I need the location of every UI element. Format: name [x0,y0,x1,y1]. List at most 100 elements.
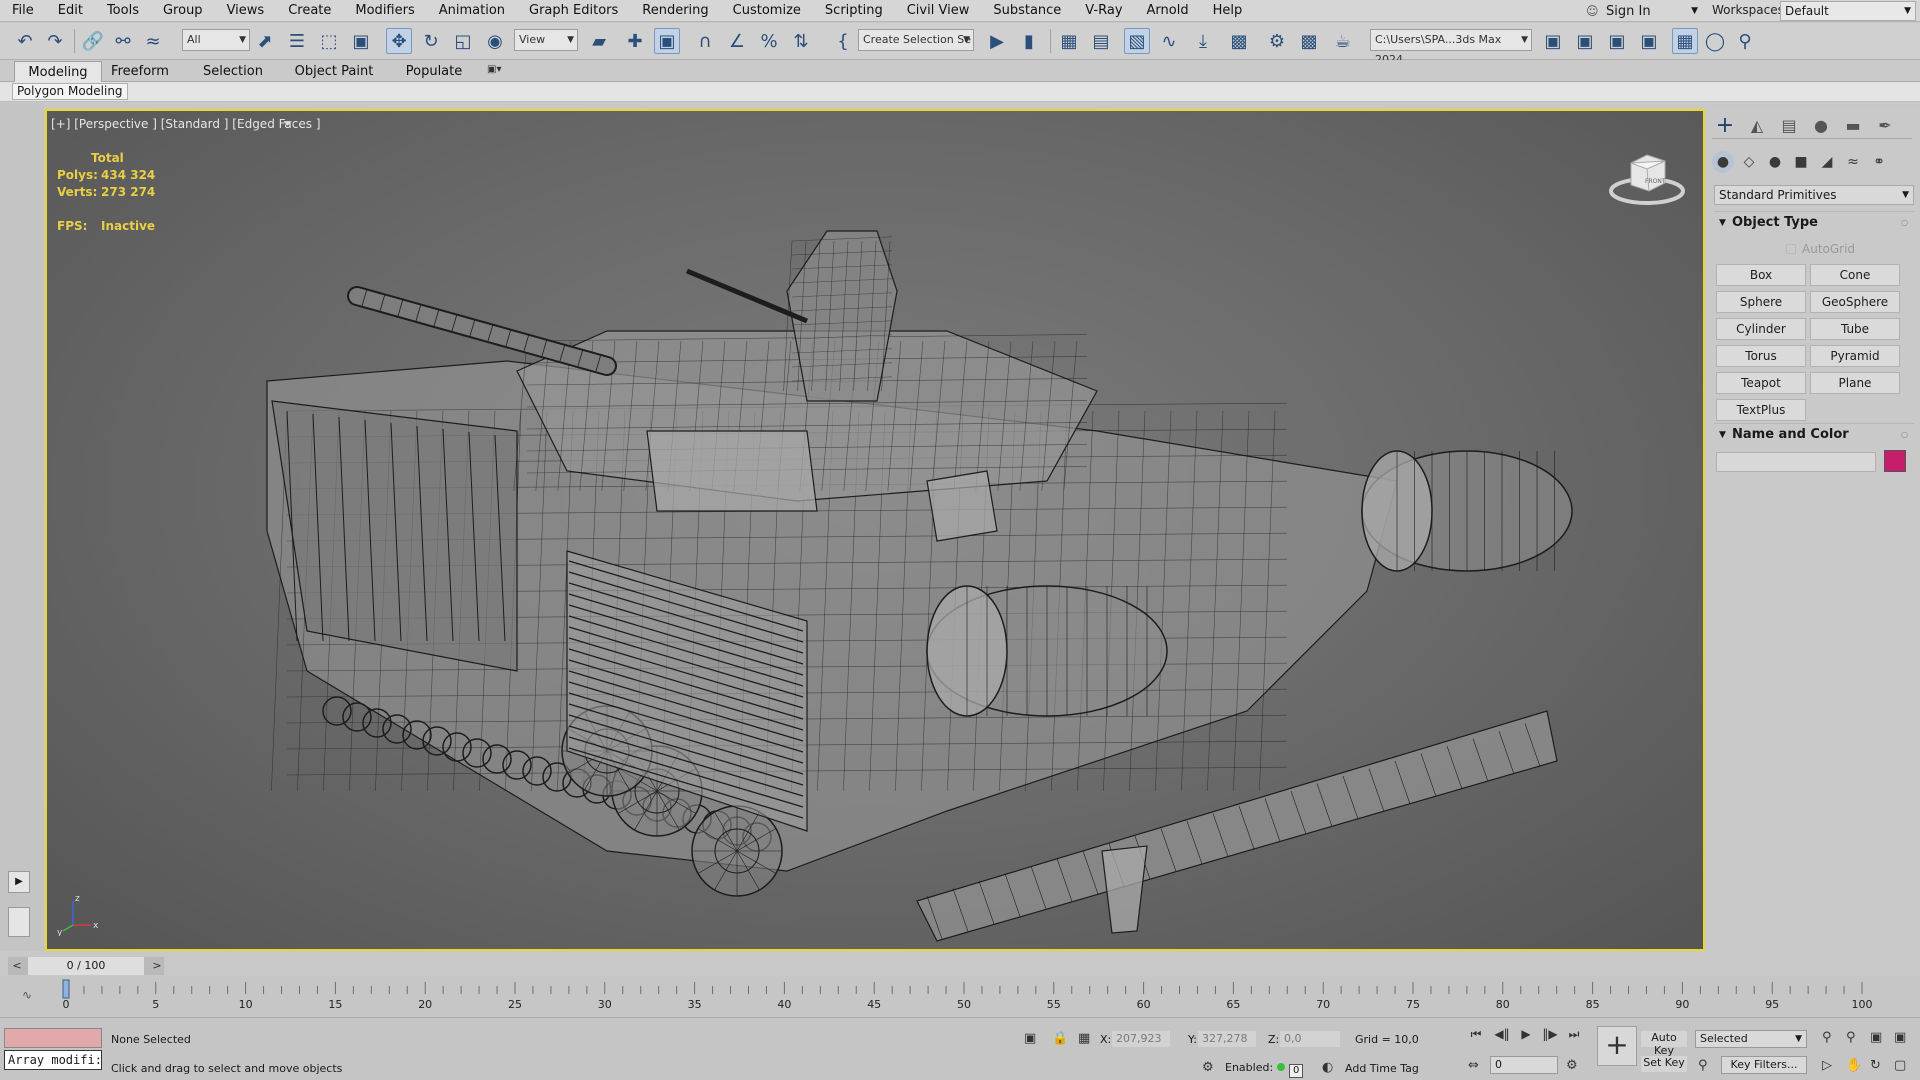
menu-rendering[interactable]: Rendering [630,0,720,22]
time-slider-value[interactable]: 0 / 100 [28,957,144,975]
set-key-big-button[interactable]: + [1597,1026,1637,1066]
selection-filter-dropdown[interactable]: All ▼ [182,29,250,51]
object-color-swatch[interactable] [1884,450,1906,472]
menu-help[interactable]: Help [1201,0,1255,22]
auto-key-button[interactable]: Auto Key [1641,1031,1687,1057]
menu-graph-editors[interactable]: Graph Editors [517,0,630,22]
time-cursor[interactable] [62,979,70,999]
edit-named-selection-icon[interactable]: { [830,28,856,54]
key-filters-button[interactable]: Key Filters... [1721,1056,1807,1074]
sphere-button[interactable]: Sphere [1716,291,1806,313]
tab-modeling[interactable]: Modeling [14,61,102,82]
menu-customize[interactable]: Customize [721,0,813,22]
keyboard-shortcut-override-icon[interactable]: ▣ [654,28,680,54]
menu-scripting[interactable]: Scripting [813,0,895,22]
menu-civil-view[interactable]: Civil View [895,0,982,22]
cameras-icon[interactable]: ■ [1790,151,1812,173]
utilities-tab-icon[interactable]: ✒ [1874,115,1896,137]
zoom-extents-icon[interactable]: ▣ [1870,1030,1882,1045]
maxscript-input[interactable]: Array modifi: [4,1050,102,1070]
filter-icon[interactable]: ⏷ [283,116,297,130]
menu-group[interactable]: Group [151,0,215,22]
tab-object-paint[interactable]: Object Paint [292,61,376,82]
mirror-icon[interactable]: ▶ [984,28,1010,54]
toggle-ribbon-icon[interactable]: ▧ [1124,28,1150,54]
plane-button[interactable]: Plane [1810,372,1900,394]
adaptive-degradation-icon[interactable]: ⚙ [1202,1060,1214,1075]
key-mode-toggle-icon[interactable]: ⇔ [1468,1058,1479,1073]
z-coord-field[interactable]: 0,0 [1280,1031,1340,1047]
go-to-start-icon[interactable]: ⏮ [1466,1024,1486,1044]
field-of-view-icon[interactable]: ▷ [1822,1058,1832,1073]
torus-button[interactable]: Torus [1716,345,1806,367]
current-frame-spinner[interactable]: 0 [1490,1056,1558,1074]
zoom-extents-all-icon[interactable]: ▣ [1894,1030,1906,1045]
select-by-name-icon[interactable]: ☰ [284,28,310,54]
cone-button[interactable]: Cone [1810,264,1900,286]
absolute-offset-icon[interactable]: ▦ [1078,1031,1090,1046]
box-button[interactable]: Box [1716,264,1806,286]
create-tab-icon[interactable]: + [1714,115,1736,137]
menu-animation[interactable]: Animation [427,0,517,22]
play-icon[interactable]: ▶ [8,871,30,893]
select-manipulate-icon[interactable]: ✚ [622,28,648,54]
window-crossing-icon[interactable]: ▣ [348,28,374,54]
selection-lock-icon[interactable]: 🔒 [1052,1031,1068,1046]
pivot-center-icon[interactable]: ▰ [586,28,612,54]
project-folder-icon[interactable]: ▣ [1572,28,1598,54]
unlink-icon[interactable]: ⚯ [110,28,136,54]
x-coord-field[interactable]: 207,923 [1112,1031,1170,1047]
helpers-icon[interactable]: ◢ [1816,151,1838,173]
geometry-icon[interactable]: ● [1712,151,1734,173]
teapot-button[interactable]: Teapot [1716,372,1806,394]
named-selection-dropdown[interactable]: Create Selection Se ▼ [858,29,974,51]
menu-substance[interactable]: Substance [981,0,1073,22]
schematic-view-icon[interactable]: ⤓ [1190,28,1216,54]
pyramid-button[interactable]: Pyramid [1810,345,1900,367]
viewcube-icon[interactable]: FRONT [1607,141,1687,211]
menu-views[interactable]: Views [215,0,277,22]
tab-selection[interactable]: Selection [196,61,270,82]
shapes-icon[interactable]: ◇ [1738,151,1760,173]
autogrid-checkbox[interactable]: AutoGrid [1786,242,1855,256]
zoom-icon[interactable]: ⚲ [1822,1030,1832,1045]
polygon-modeling-panel[interactable]: Polygon Modeling [12,83,128,100]
menu-arnold[interactable]: Arnold [1135,0,1201,22]
set-key-button[interactable]: Set Key [1641,1056,1687,1072]
next-frame-button[interactable]: > [150,957,164,975]
previous-key-icon[interactable]: ◀‖ [1492,1024,1512,1044]
key-filter-icon[interactable]: ⚲ [1698,1058,1708,1073]
material-editor-icon[interactable]: ▩ [1226,28,1252,54]
time-configuration-icon[interactable]: ⚙ [1566,1058,1578,1073]
workspaces-dropdown[interactable]: Default ▼ [1780,1,1916,21]
key-mode-dropdown[interactable]: Selected ▼ [1695,1030,1807,1048]
hierarchy-tab-icon[interactable]: ▤ [1778,115,1800,137]
menu-file[interactable]: File [0,0,46,22]
maxscript-listener-mini[interactable] [4,1028,102,1048]
menu-v-ray[interactable]: V-Ray [1073,0,1134,22]
motion-tab-icon[interactable]: ● [1810,115,1832,137]
render-production-icon[interactable]: ☕ [1330,28,1356,54]
track-bar[interactable]: ∿ 0 5 10 15 20 25 30 35 40 45 50 55 60 65 70 75 80 85 90 95… [0,976,1920,1016]
asset-tracking-icon[interactable]: ▣ [1540,28,1566,54]
align-icon[interactable]: ▮ [1016,28,1042,54]
add-time-tag-button[interactable]: Add Time Tag [1345,1062,1419,1075]
cylinder-button[interactable]: Cylinder [1716,318,1806,340]
viewport-label-menu[interactable]: [+] [Perspective ] [Standard ] [Edged Fa… [51,117,321,131]
textplus-button[interactable]: TextPlus [1716,399,1806,421]
pan-icon[interactable]: ✋ [1846,1058,1862,1073]
redo-icon[interactable]: ↷ [42,28,68,54]
play-animation-icon[interactable]: ▶ [1516,1024,1536,1044]
angle-snap-icon[interactable]: ∠ [724,28,750,54]
modify-tab-icon[interactable]: ◭ [1746,115,1768,137]
object-type-header[interactable]: ▼ Object Type ○ [1714,212,1914,234]
rendered-frame-window-icon[interactable]: ▩ [1296,28,1322,54]
time-slider[interactable]: < 0 / 100 > [8,957,164,975]
menu-edit[interactable]: Edit [46,0,95,22]
menu-create[interactable]: Create [276,0,343,22]
spinner-snap-icon[interactable]: ⇅ [788,28,814,54]
material-slots-icon[interactable]: ◯ [1702,28,1728,54]
project-path-dropdown[interactable]: C:\Users\SPA...3ds Max 2024▼ [1370,29,1532,66]
primitive-category-dropdown[interactable]: Standard Primitives ▼ [1714,185,1914,205]
menu-tools[interactable]: Tools [95,0,151,22]
